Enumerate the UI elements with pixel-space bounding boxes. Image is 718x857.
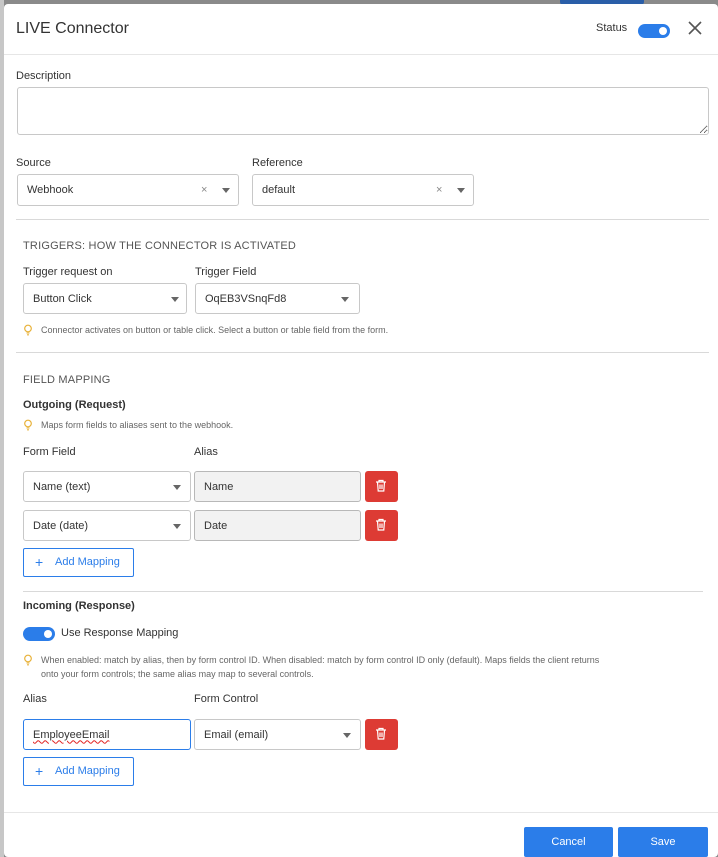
delete-mapping-button[interactable] [365, 719, 398, 750]
triggers-hint: Connector activates on button or table c… [41, 325, 389, 335]
cancel-label: Cancel [551, 836, 586, 848]
chevron-down-icon [343, 732, 351, 738]
chevron-down-icon [173, 523, 181, 529]
delete-mapping-button[interactable] [365, 471, 398, 502]
lightbulb-icon [24, 654, 32, 666]
add-mapping-label: Add Mapping [55, 765, 120, 777]
plus-icon: + [35, 763, 44, 779]
dialog-title: LIVE Connector [16, 20, 129, 37]
status-toggle[interactable] [638, 24, 670, 38]
reference-label: Reference [252, 157, 303, 169]
trigger-request-select[interactable]: Button Click [23, 283, 187, 314]
alias-value: Date [204, 519, 228, 532]
form-control-value: Email (email) [204, 728, 269, 741]
incoming-hint-line: When enabled: match by alias, then by fo… [41, 655, 600, 665]
add-mapping-label: Add Mapping [55, 556, 120, 568]
form-field-column-label: Form Field [23, 446, 76, 458]
trash-icon [376, 727, 386, 740]
chevron-down-icon [222, 188, 230, 193]
status-label: Status [596, 22, 628, 34]
description-textarea[interactable] [17, 87, 709, 135]
trigger-field-label: Trigger Field [195, 266, 257, 278]
outgoing-hint: Maps form fields to aliases sent to the … [41, 420, 234, 430]
source-value: Webhook [27, 184, 74, 196]
chevron-down-icon [171, 296, 179, 302]
alias-column-label: Alias [23, 693, 47, 705]
alias-input[interactable]: Name [194, 471, 361, 502]
save-label: Save [650, 836, 676, 848]
lightbulb-icon [24, 324, 32, 336]
delete-mapping-button[interactable] [365, 510, 398, 541]
trigger-field-select[interactable]: OqEB3VSnqFd8 [195, 283, 360, 314]
response-mapping-toggle[interactable] [23, 627, 55, 641]
clear-icon[interactable]: × [201, 184, 207, 196]
incoming-alias-value: EmployeeEmail [33, 728, 110, 741]
field-mapping-heading: FIELD MAPPING [23, 374, 111, 386]
plus-icon: + [35, 554, 44, 570]
save-button[interactable]: Save [618, 827, 708, 857]
chevron-down-icon [173, 484, 181, 490]
form-field-select[interactable]: Name (text) [23, 471, 191, 502]
connector-dialog: LIVE Connector Status Description Source… [4, 4, 718, 857]
incoming-title: Incoming (Response) [23, 600, 135, 612]
incoming-alias-input[interactable]: EmployeeEmail [23, 719, 191, 750]
form-field-select[interactable]: Date (date) [23, 510, 191, 541]
triggers-heading: TRIGGERS: HOW THE CONNECTOR IS ACTIVATED [23, 240, 297, 252]
trash-icon [376, 479, 386, 492]
trigger-request-label: Trigger request on [23, 266, 113, 278]
form-control-column-label: Form Control [194, 693, 259, 705]
divider [23, 591, 703, 592]
outgoing-title: Outgoing (Request) [23, 399, 126, 411]
reference-value: default [262, 184, 296, 196]
chevron-down-icon [457, 188, 465, 193]
form-field-value: Name (text) [33, 480, 91, 493]
form-field-value: Date (date) [33, 519, 89, 532]
trigger-field-value: OqEB3VSnqFd8 [205, 292, 287, 305]
chevron-down-icon [341, 296, 349, 302]
source-label: Source [16, 157, 51, 169]
alias-column-label: Alias [194, 446, 218, 458]
add-outgoing-mapping-button[interactable]: + Add Mapping [23, 548, 134, 577]
cancel-button[interactable]: Cancel [524, 827, 613, 857]
incoming-hint: When enabled: match by alias, then by fo… [41, 653, 599, 681]
divider [16, 352, 709, 353]
trigger-request-value: Button Click [33, 292, 92, 305]
alias-input[interactable]: Date [194, 510, 361, 541]
alias-value: Name [204, 480, 234, 493]
incoming-hint-line: onto your form controls; the same alias … [41, 669, 314, 679]
source-select[interactable]: Webhook × [17, 174, 239, 206]
divider [16, 219, 709, 220]
add-incoming-mapping-button[interactable]: + Add Mapping [23, 757, 134, 786]
description-label: Description [16, 70, 72, 82]
close-icon[interactable] [687, 20, 703, 36]
clear-icon[interactable]: × [436, 184, 442, 196]
response-mapping-label: Use Response Mapping [61, 627, 179, 639]
reference-select[interactable]: default × [252, 174, 474, 206]
dialog-footer: Cancel Save [4, 812, 718, 857]
dialog-header: LIVE Connector Status [4, 4, 718, 55]
form-control-select[interactable]: Email (email) [194, 719, 361, 750]
trash-icon [376, 518, 386, 531]
lightbulb-icon [24, 419, 32, 431]
